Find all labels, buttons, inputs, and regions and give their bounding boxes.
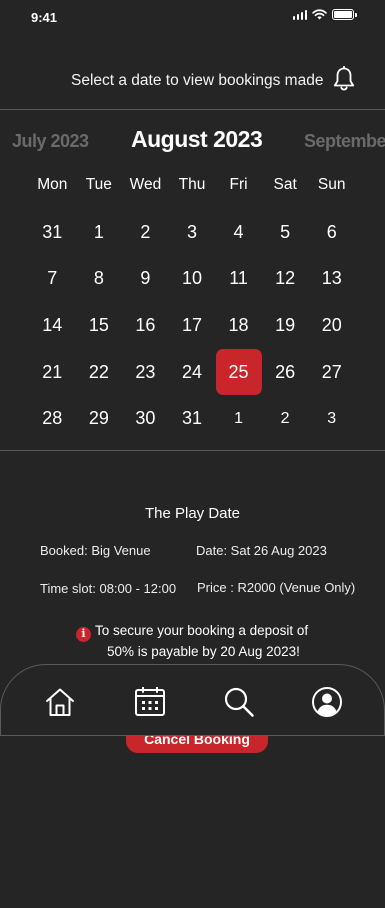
- tab-bar-bottom-border: [0, 735, 385, 736]
- calendar-day-selected[interactable]: 25: [215, 349, 262, 396]
- calendar-day[interactable]: 15: [76, 302, 123, 349]
- weekday-label: Sun: [317, 176, 346, 193]
- calendar-day[interactable]: 18: [215, 302, 262, 349]
- calendar-day[interactable]: 13: [308, 256, 355, 303]
- status-bar: 9:41: [0, 0, 385, 34]
- signal-icon: [292, 9, 307, 20]
- search-icon: [224, 687, 254, 717]
- home-icon: [46, 688, 74, 716]
- calendar-day-next-month[interactable]: 3: [308, 395, 355, 442]
- calendar-day[interactable]: 2: [122, 209, 169, 256]
- calendar-divider: [0, 450, 385, 451]
- calendar-day[interactable]: 6: [308, 209, 355, 256]
- prev-month[interactable]: July 2023: [12, 131, 89, 152]
- notice-text-line2: 50% is payable by 20 Aug 2023!: [107, 643, 300, 659]
- tab-profile[interactable]: [310, 685, 344, 719]
- wifi-icon: [312, 9, 327, 20]
- calendar-day[interactable]: 11: [215, 256, 262, 303]
- calendar-day[interactable]: 14: [29, 302, 76, 349]
- weekday-label: Wed: [129, 176, 162, 193]
- calendar-day[interactable]: 7: [29, 256, 76, 303]
- calendar-day[interactable]: 17: [169, 302, 216, 349]
- calendar-day[interactable]: 4: [215, 209, 262, 256]
- calendar-day[interactable]: 23: [122, 349, 169, 396]
- calendar-day[interactable]: 1: [76, 209, 123, 256]
- calendar-day[interactable]: 20: [308, 302, 355, 349]
- calendar-day[interactable]: 26: [262, 349, 309, 396]
- calendar-day-next-month[interactable]: 2: [262, 395, 309, 442]
- booking-title: The Play Date: [144, 505, 241, 522]
- calendar-day[interactable]: 19: [262, 302, 309, 349]
- weekday-label: Mon: [37, 176, 68, 193]
- calendar-day[interactable]: 21: [29, 349, 76, 396]
- current-month: August 2023: [131, 126, 263, 152]
- status-icons: [292, 9, 357, 20]
- tab-search[interactable]: [222, 685, 256, 719]
- calendar-day[interactable]: 10: [169, 256, 216, 303]
- battery-icon: [332, 9, 357, 20]
- calendar-day[interactable]: 31: [29, 209, 76, 256]
- calendar-day[interactable]: 12: [262, 256, 309, 303]
- page-title: Select a date to view bookings made: [71, 72, 324, 89]
- calendar-grid: 31 1 2 3 4 5 6 7 8 9 10 11 12 13 14 15 1…: [29, 209, 355, 442]
- notice-text-line1: To secure your booking a deposit of: [95, 623, 309, 638]
- weekday-label: Thu: [178, 176, 206, 193]
- calendar-day[interactable]: 29: [76, 395, 123, 442]
- calendar-day[interactable]: 9: [122, 256, 169, 303]
- calendar-icon: [135, 687, 165, 716]
- deposit-notice: i To secure your booking a deposit of 50%…: [76, 621, 336, 662]
- weekday-header: Mon Tue Wed Thu Fri Sat Sun: [29, 176, 355, 196]
- bell-icon[interactable]: [332, 66, 356, 92]
- calendar-day[interactable]: 8: [76, 256, 123, 303]
- next-month[interactable]: September: [304, 131, 385, 152]
- calendar-day[interactable]: 31: [169, 395, 216, 442]
- calendar-day-next-month[interactable]: 1: [215, 395, 262, 442]
- tab-home[interactable]: [43, 685, 77, 719]
- calendar-day[interactable]: 22: [76, 349, 123, 396]
- weekday-label: Sat: [273, 176, 297, 193]
- weekday-label: Fri: [229, 176, 248, 193]
- calendar-day[interactable]: 3: [169, 209, 216, 256]
- tab-calendar[interactable]: [133, 685, 167, 719]
- info-icon: i: [76, 626, 91, 642]
- calendar-day[interactable]: 28: [29, 395, 76, 442]
- booking-price: Price : R2000 (Venue Only): [197, 580, 356, 595]
- calendar-day[interactable]: 24: [169, 349, 216, 396]
- status-time: 9:41: [31, 10, 58, 25]
- tab-bar: [0, 664, 385, 736]
- calendar-day[interactable]: 5: [262, 209, 309, 256]
- booking-date: Date: Sat 26 Aug 2023: [196, 543, 327, 558]
- booking-time-slot: Time slot: 08:00 - 12:00: [40, 581, 177, 596]
- header-divider: [0, 109, 385, 110]
- profile-icon: [312, 687, 342, 717]
- calendar-day[interactable]: 30: [122, 395, 169, 442]
- calendar-day[interactable]: 16: [122, 302, 169, 349]
- booking-venue: Booked: Big Venue: [40, 543, 151, 558]
- weekday-label: Tue: [85, 176, 112, 193]
- calendar-day[interactable]: 27: [308, 349, 355, 396]
